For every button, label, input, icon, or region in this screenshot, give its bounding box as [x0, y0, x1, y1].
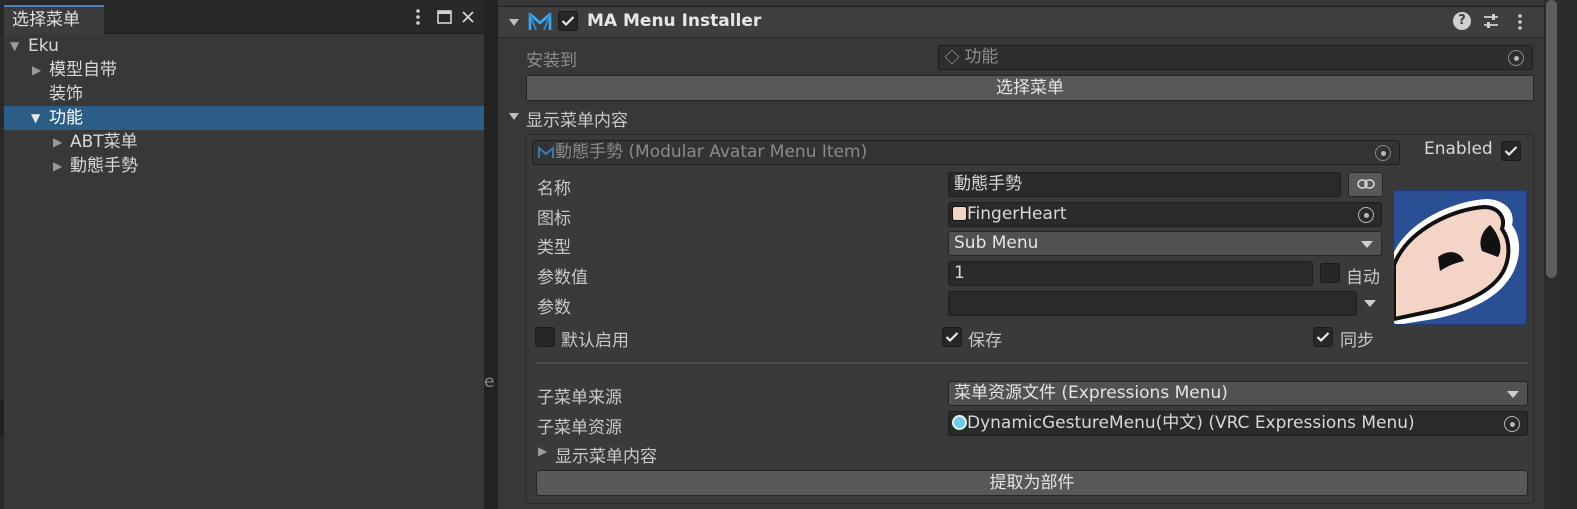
maximize-icon[interactable]	[434, 6, 454, 28]
synced-label: 同步	[1340, 331, 1374, 351]
tree-item-label: 功能	[49, 108, 83, 128]
submenu-asset-label: 子菜单资源	[537, 418, 622, 438]
submenu-asset-value: DynamicGestureMenu(中文) (VRC Expressions …	[967, 413, 1415, 433]
extract-to-component-button[interactable]: 提取为部件	[536, 470, 1528, 496]
scrollbar-thumb[interactable]	[1546, 0, 1557, 278]
expressions-menu-icon	[952, 415, 967, 430]
collapse-arrow-icon[interactable]: ▶	[32, 58, 44, 82]
window-tab-title: 选择菜单	[12, 10, 80, 30]
select-menu-button[interactable]: 选择菜单	[526, 75, 1534, 101]
component-title: MA Menu Installer	[587, 11, 762, 31]
tree-item-abt-menu[interactable]: ▶ ABT菜单	[4, 130, 484, 154]
saved-checkbox[interactable]	[942, 327, 962, 347]
type-value: Sub Menu	[954, 233, 1039, 253]
icon-field[interactable]: FingerHeart	[948, 202, 1382, 227]
menu-item-object-value: 動態手勢 (Modular Avatar Menu Item)	[555, 142, 868, 162]
tree-item-label: 動態手勢	[70, 156, 138, 176]
tree-item-decor[interactable]: 装饰	[4, 82, 484, 106]
close-icon[interactable]	[458, 6, 478, 28]
type-dropdown[interactable]: Sub Menu	[948, 231, 1382, 256]
menu-item-object-field[interactable]: 動態手勢 (Modular Avatar Menu Item)	[532, 140, 1400, 165]
icon-preview-image	[1393, 190, 1527, 325]
object-picker-icon[interactable]	[1358, 207, 1374, 223]
tree-item-label: 装饰	[49, 84, 83, 104]
chevron-down-icon	[1507, 391, 1519, 398]
menu-tree-panel: 选择菜单 ▼ Eku ▶ 模型自带 装饰 ▼ 功能 ▶ ABT菜单 ▶ 動態手勢	[0, 0, 484, 509]
chevron-down-icon	[1361, 241, 1373, 248]
background-strip	[0, 400, 4, 436]
cube-icon	[944, 49, 960, 65]
param-value-input[interactable]: 1	[948, 261, 1313, 286]
default-on-label: 默认启用	[561, 331, 629, 351]
foldout-arrow-icon[interactable]	[509, 19, 519, 26]
auto-label: 自动	[1346, 268, 1380, 288]
link-icon	[1356, 179, 1375, 189]
panel-divider[interactable]	[484, 0, 498, 509]
synced-checkbox[interactable]	[1313, 327, 1333, 347]
link-button[interactable]	[1348, 172, 1383, 197]
tree-item-label: Eku	[28, 36, 59, 56]
type-label: 类型	[537, 238, 571, 258]
modular-avatar-icon	[527, 11, 553, 33]
window-tab-strip: 选择菜单	[0, 0, 484, 34]
object-picker-icon[interactable]	[1375, 145, 1391, 161]
enabled-label: Enabled	[1424, 139, 1493, 159]
section-separator	[536, 362, 1528, 364]
enabled-checkbox[interactable]	[1501, 141, 1521, 161]
inspector-scrollbar[interactable]	[1544, 0, 1560, 509]
component-enabled-checkbox[interactable]	[558, 11, 578, 31]
tree-item-label: 模型自带	[49, 60, 117, 80]
tree-item-model[interactable]: ▶ 模型自带	[4, 58, 484, 82]
auto-checkbox[interactable]	[1320, 263, 1340, 283]
tree-item-eku[interactable]: ▼ Eku	[4, 34, 484, 58]
expand-arrow-icon[interactable]: ▼	[31, 106, 43, 130]
inspector-panel: MA Menu Installer ? 安装到 功能 选择菜单 显示菜单内容 動…	[498, 0, 1544, 509]
foldout-arrow-icon[interactable]	[509, 113, 519, 120]
collapse-arrow-icon[interactable]: ▶	[538, 444, 547, 458]
submenu-asset-field[interactable]: DynamicGestureMenu(中文) (VRC Expressions …	[948, 411, 1528, 436]
install-to-label: 安装到	[526, 51, 577, 71]
modular-avatar-icon	[537, 144, 555, 164]
kebab-menu-icon[interactable]	[408, 6, 428, 28]
component-header[interactable]: MA Menu Installer ?	[498, 6, 1544, 38]
name-label: 名称	[537, 179, 571, 199]
window-tab[interactable]: 选择菜单	[4, 5, 104, 34]
param-value-label: 参数值	[537, 268, 588, 288]
default-on-checkbox[interactable]	[535, 327, 555, 347]
finger-heart-thumbnail-icon	[952, 206, 967, 221]
kebab-menu-icon[interactable]	[1518, 14, 1524, 32]
install-to-value: 功能	[964, 47, 999, 67]
object-picker-icon[interactable]	[1508, 50, 1524, 66]
submenu-source-label: 子菜单来源	[537, 388, 622, 408]
tree-item-function[interactable]: ▼ 功能	[4, 106, 484, 130]
icon-label: 图标	[537, 209, 571, 229]
tree-item-dynamic-gesture[interactable]: ▶ 動態手勢	[4, 154, 484, 178]
object-picker-icon[interactable]	[1504, 416, 1520, 432]
expand-arrow-icon[interactable]: ▼	[10, 34, 22, 58]
collapse-arrow-icon[interactable]: ▶	[53, 130, 65, 154]
tree-item-label: ABT菜单	[70, 132, 138, 152]
window-edge	[1560, 0, 1577, 509]
icon-value: FingerHeart	[967, 204, 1067, 224]
parameter-label: 参数	[537, 298, 571, 318]
preset-icon[interactable]	[1482, 12, 1500, 30]
collapse-arrow-icon[interactable]: ▶	[53, 154, 65, 178]
saved-label: 保存	[968, 331, 1002, 351]
help-icon[interactable]: ?	[1453, 12, 1471, 30]
parameter-dropdown-icon[interactable]	[1364, 300, 1376, 307]
submenu-source-dropdown[interactable]: 菜单资源文件 (Expressions Menu)	[948, 381, 1528, 406]
parameter-input[interactable]	[948, 291, 1357, 316]
submenu-source-value: 菜单资源文件 (Expressions Menu)	[954, 383, 1228, 403]
background-text-fragment: e	[484, 372, 495, 392]
install-to-field[interactable]: 功能	[938, 45, 1533, 70]
show-contents-label[interactable]: 显示菜单内容	[526, 106, 628, 131]
name-input[interactable]: 動態手勢	[948, 172, 1341, 197]
inner-show-contents-label[interactable]: 显示菜单内容	[555, 442, 657, 467]
